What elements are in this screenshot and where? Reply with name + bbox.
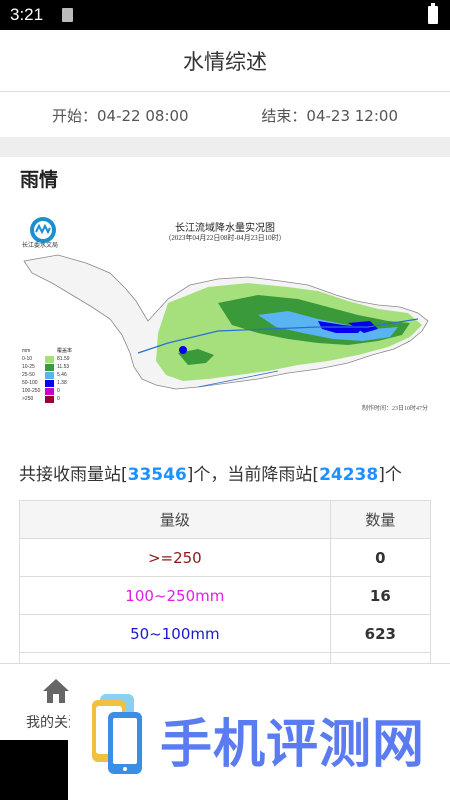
rainfall-map[interactable]: 长江委水文局 长江流域降水量实况图 （2023年04月22日08时-04月23日… <box>18 203 432 425</box>
status-time: 3:21 <box>10 5 44 24</box>
station-summary: 共接收雨量站[33546]个，当前降雨站[24238]个 <box>19 460 402 485</box>
battery-icon <box>428 3 438 24</box>
legend-row: >250 0 <box>22 395 60 403</box>
table-row[interactable]: >=250 0 <box>19 538 432 577</box>
title-bar: 水情综述 <box>0 30 450 92</box>
table-row[interactable]: 100~250mm 16 <box>19 576 432 615</box>
count-cell: 0 <box>329 538 432 577</box>
legend-row: 10-25 11.53 <box>22 363 70 371</box>
table-row[interactable]: 50~100mm 623 <box>19 614 432 653</box>
level-cell: >=250 <box>19 538 331 577</box>
column-header-level: 量级 <box>19 500 331 539</box>
map-legend: mm 覆盖率 0-10 81.59 10-25 11.53 25-50 5.46 50… <box>22 346 82 403</box>
watermark: 手机评测网 <box>88 692 450 782</box>
raining-count: 24238 <box>319 465 379 485</box>
black-overlay-block <box>0 740 68 800</box>
section-divider <box>0 137 450 157</box>
home-icon[interactable] <box>41 676 71 706</box>
legend-row: 0-10 81.59 <box>22 355 70 363</box>
summary-suffix: ]个 <box>378 465 402 485</box>
level-cell: 100~250mm <box>19 576 331 615</box>
level-cell: 50~100mm <box>19 614 331 653</box>
summary-middle: ]个，当前降雨站[ <box>186 465 320 485</box>
legend-row: 50-100 1.38 <box>22 379 67 387</box>
map-made-time: 制作时间：23日10时47分 <box>361 406 428 412</box>
watermark-text: 手机评测网 <box>160 715 426 775</box>
rain-section-title: 雨情 <box>20 169 59 191</box>
start-time[interactable]: 开始：04-22 08:00 <box>52 105 189 126</box>
table-header-row: 量级 数量 <box>19 500 432 539</box>
legend-row: 25-50 5.46 <box>22 371 67 379</box>
end-time[interactable]: 结束：04-23 12:00 <box>261 105 398 126</box>
page-title: 水情综述 <box>183 49 267 74</box>
count-cell: 16 <box>329 576 432 615</box>
legend-unit: mm <box>22 347 31 354</box>
nav-my-follow-label[interactable]: 我的关注 <box>26 712 70 732</box>
received-count: 33546 <box>127 465 187 485</box>
sim-card-icon <box>62 8 73 22</box>
column-header-count: 数量 <box>329 500 432 539</box>
time-range-row: 开始：04-22 08:00 结束：04-23 12:00 <box>0 93 450 137</box>
phone-logo-icon <box>92 694 142 774</box>
legend-row: 100-250 0 <box>22 387 60 395</box>
status-bar: 3:21 <box>0 0 450 30</box>
count-cell: 623 <box>329 614 432 653</box>
legend-pct-header: 覆盖率 <box>57 348 73 354</box>
rainfall-level-table: 量级 数量 >=250 0 100~250mm 16 50~100mm 623 <box>19 500 432 665</box>
summary-prefix: 共接收雨量站[ <box>19 465 128 485</box>
